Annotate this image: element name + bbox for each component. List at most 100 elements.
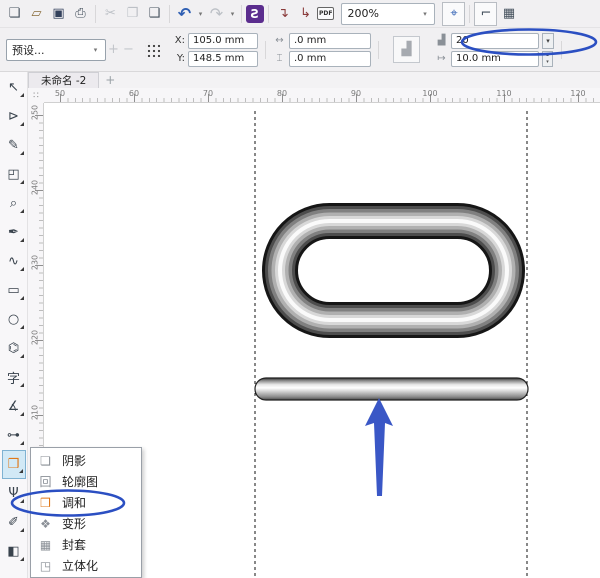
ruler-tick-label: 90 bbox=[350, 89, 362, 98]
tool-blend[interactable]: ❒ bbox=[1, 450, 26, 479]
zoom-level-dropdown[interactable]: 200% ▾ bbox=[341, 2, 436, 25]
toolbar-separator bbox=[241, 4, 242, 23]
rectangle-icon: ▭ bbox=[7, 283, 20, 298]
ruler-tick-label: 210 bbox=[30, 404, 40, 421]
ruler-tick-label: 80 bbox=[276, 89, 288, 98]
ruler-tick-label: 240 bbox=[30, 179, 40, 196]
publish-pdf-icon[interactable]: PDF bbox=[317, 7, 335, 20]
ruler-tick-label: 120 bbox=[570, 89, 586, 98]
redo-dropdown-icon[interactable]: ▾ bbox=[228, 10, 237, 18]
add-preset-button[interactable]: + bbox=[106, 42, 121, 57]
preset-value: 预设... bbox=[12, 43, 45, 57]
tool-bezier[interactable]: ✒ bbox=[2, 218, 26, 247]
snap-to-icon[interactable]: ⌐ bbox=[474, 1, 498, 26]
application-launcher-icon[interactable]: Ƨ bbox=[246, 4, 264, 23]
full-screen-preview-icon[interactable]: ⌖ bbox=[442, 1, 466, 26]
new-document-icon[interactable]: ❏ bbox=[4, 3, 25, 25]
toolbar-separator bbox=[169, 4, 170, 23]
open-icon[interactable]: ▱ bbox=[26, 3, 47, 25]
tool-eyedropper[interactable]: ✐ bbox=[2, 508, 26, 537]
ruler-origin-icon[interactable]: ∷ bbox=[28, 88, 44, 103]
spin-down-icon[interactable]: ▾ bbox=[546, 59, 549, 66]
blend-spacing-field[interactable]: 10.0 mm bbox=[451, 50, 539, 67]
save-icon[interactable]: ▣ bbox=[48, 3, 69, 25]
menu-item-label: 变形 bbox=[62, 517, 87, 531]
tool-zoom[interactable]: ⌕ bbox=[2, 189, 26, 218]
spinner-control[interactable]: ▴ ▾ bbox=[542, 50, 553, 67]
object-origin-grid-icon[interactable] bbox=[145, 42, 160, 57]
chevron-down-icon[interactable]: ▾ bbox=[542, 32, 554, 49]
capsule-ring-shape[interactable] bbox=[262, 203, 525, 338]
tool-rectangle[interactable]: ▭ bbox=[2, 276, 26, 305]
document-tab[interactable]: 未命名 -2 bbox=[28, 72, 100, 88]
tool-connector[interactable]: ⊶ bbox=[2, 421, 26, 450]
height-field[interactable]: .0 mm bbox=[289, 50, 371, 67]
undo-icon[interactable]: ↶ bbox=[174, 3, 195, 25]
pick-icon: ↖ bbox=[8, 80, 19, 95]
text-icon: 字 bbox=[6, 372, 20, 387]
tool-crop[interactable]: ◰ bbox=[2, 160, 26, 189]
ruler-tick-label: 250 bbox=[30, 104, 40, 121]
menu-item-blend[interactable]: ❒ 调和 bbox=[31, 492, 141, 513]
blend-steps-field[interactable]: 20 bbox=[451, 32, 539, 49]
propbar-separator bbox=[561, 40, 562, 59]
envelope-icon: ▦ bbox=[39, 537, 52, 552]
new-tab-button[interactable]: + bbox=[99, 72, 121, 88]
tool-fill[interactable]: ◧ bbox=[2, 537, 26, 566]
x-position-field[interactable]: 105.0 mm bbox=[188, 32, 258, 49]
undo-dropdown-icon[interactable]: ▾ bbox=[196, 10, 205, 18]
redo-icon[interactable]: ↷ bbox=[206, 3, 227, 25]
menu-item-label: 阴影 bbox=[62, 454, 87, 468]
ruler-tick-label: 70 bbox=[202, 89, 214, 98]
tool-pick[interactable]: ↖ bbox=[2, 73, 26, 102]
tool-transparency[interactable]: Ψ bbox=[2, 479, 26, 508]
menu-item-envelope[interactable]: ▦ 封套 bbox=[31, 534, 141, 555]
cut-icon[interactable]: ✂ bbox=[100, 3, 121, 25]
tool-text[interactable]: 字 bbox=[2, 363, 26, 392]
menu-item-shadow[interactable]: ❏ 阴影 bbox=[31, 450, 141, 471]
menu-item-label: 封套 bbox=[62, 538, 87, 552]
menu-item-distort[interactable]: ❖ 变形 bbox=[31, 513, 141, 534]
tool-artistic-media[interactable]: ∿ bbox=[2, 247, 26, 276]
metal-bar-shape[interactable] bbox=[254, 377, 529, 401]
blend-steps-icon: ▟ bbox=[437, 35, 446, 46]
polygon-icon: ⌬ bbox=[7, 341, 20, 356]
menu-item-contour[interactable]: 回 轮廓图 bbox=[31, 471, 141, 492]
artistic-media-icon: ∿ bbox=[8, 254, 19, 269]
toolbar-separator bbox=[268, 4, 269, 23]
paste-icon[interactable]: ❑ bbox=[144, 3, 165, 25]
propbar-separator bbox=[265, 40, 266, 59]
contour-icon: 回 bbox=[39, 475, 52, 489]
width-field[interactable]: .0 mm bbox=[289, 32, 371, 49]
tool-dimension[interactable]: ∡ bbox=[2, 392, 26, 421]
propbar-separator bbox=[378, 40, 379, 59]
remove-preset-button[interactable]: − bbox=[121, 42, 136, 57]
horizontal-ruler[interactable]: 50 60 70 80 90 100 110 120 bbox=[44, 88, 600, 103]
zoom-level-value: 200% bbox=[347, 7, 379, 20]
extrude-icon: ◳ bbox=[39, 558, 52, 573]
distort-icon: ❖ bbox=[40, 516, 51, 531]
object-width-icon: ↔ bbox=[275, 35, 284, 46]
tool-ellipse[interactable]: ○ bbox=[2, 305, 26, 334]
tool-shape[interactable]: ⊳ bbox=[2, 102, 26, 131]
tool-smudge[interactable]: ✎ bbox=[2, 131, 26, 160]
crop-icon: ◰ bbox=[7, 167, 20, 182]
chevron-down-icon: ▾ bbox=[423, 9, 427, 18]
export-icon[interactable]: ↳ bbox=[295, 3, 316, 25]
preset-dropdown[interactable]: 预设... ▾ bbox=[6, 38, 106, 61]
document-tab-label: 未命名 -2 bbox=[41, 75, 87, 87]
tool-polygon[interactable]: ⌬ bbox=[2, 334, 26, 363]
size-fields: ↔ .0 mm ⌶ .0 mm bbox=[273, 32, 371, 67]
copy-icon[interactable]: ❐ bbox=[122, 3, 143, 25]
menu-item-label: 轮廓图 bbox=[62, 475, 99, 489]
blend-acceleration-icon[interactable]: ▟ bbox=[393, 36, 420, 63]
print-icon[interactable]: ⎙ bbox=[70, 3, 91, 25]
chevron-down-icon: ▾ bbox=[93, 45, 98, 54]
grid-options-icon[interactable]: ▦ bbox=[498, 3, 519, 25]
ruler-tick-label: 100 bbox=[422, 89, 438, 98]
y-position-field[interactable]: 148.5 mm bbox=[188, 50, 258, 67]
shadow-icon: ❏ bbox=[40, 453, 51, 468]
spin-up-icon[interactable]: ▴ bbox=[546, 52, 549, 59]
import-icon[interactable]: ↴ bbox=[273, 3, 294, 25]
menu-item-extrude[interactable]: ◳ 立体化 bbox=[31, 555, 141, 576]
